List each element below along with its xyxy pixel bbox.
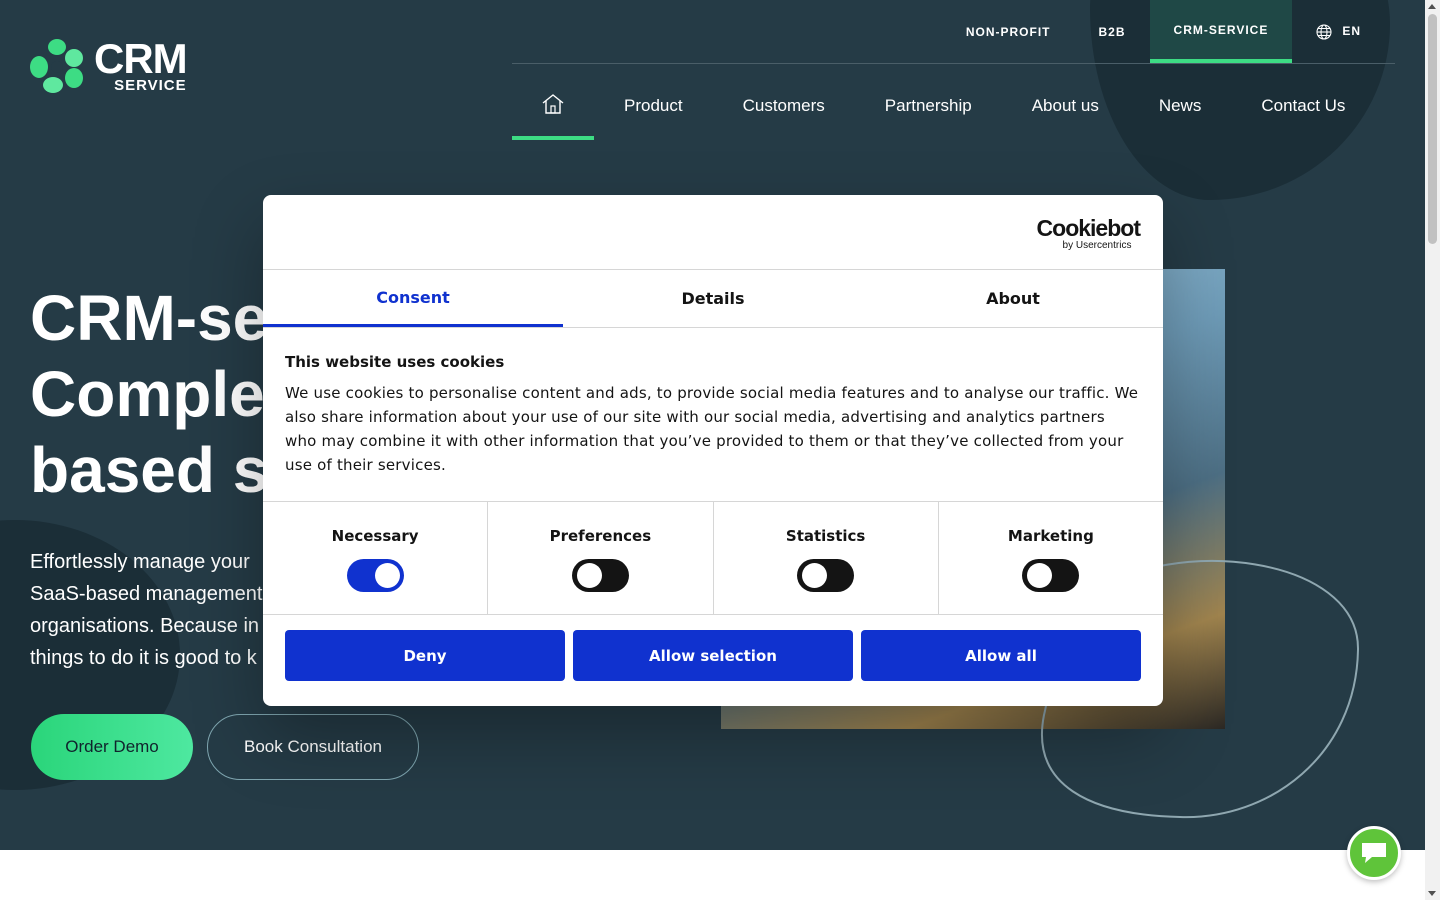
nav-partnership[interactable]: Partnership	[855, 72, 1002, 140]
site-logo[interactable]: CRM SERVICE	[30, 34, 188, 94]
marketing-toggle[interactable]	[1022, 559, 1080, 592]
segment-non-profit[interactable]: NON-PROFIT	[942, 0, 1075, 63]
book-consultation-button[interactable]: Book Consultation	[207, 714, 419, 780]
category-label: Preferences	[549, 527, 652, 545]
category-preferences: Preferences	[488, 502, 714, 614]
category-label: Marketing	[1007, 527, 1094, 545]
order-demo-button[interactable]: Order Demo	[31, 714, 193, 780]
allow-all-button[interactable]: Allow all	[861, 630, 1141, 681]
cookiebot-logo-text: Cookiebot	[1036, 215, 1141, 241]
segment-nav: NON-PROFIT B2B CRM-SERVICE EN	[942, 0, 1395, 63]
segment-crm-service[interactable]: CRM-SERVICE	[1149, 0, 1293, 63]
cookie-dialog-header: Cookiebot by Usercentrics	[263, 195, 1163, 270]
scroll-down-icon[interactable]	[1428, 891, 1436, 896]
tab-about[interactable]: About	[863, 270, 1163, 327]
segment-b2b[interactable]: B2B	[1075, 0, 1150, 63]
logo-text-big: CRM	[94, 34, 188, 82]
deny-button[interactable]: Deny	[285, 630, 565, 681]
language-switcher[interactable]: EN	[1292, 0, 1395, 63]
preferences-toggle[interactable]	[571, 559, 629, 592]
category-label: Necessary	[331, 527, 419, 545]
chat-icon	[1362, 843, 1386, 863]
cookie-consent-dialog: Cookiebot by Usercentrics Consent Detail…	[263, 195, 1163, 706]
language-label: EN	[1342, 24, 1361, 38]
logo-mark-icon	[30, 39, 83, 93]
scrollbar-thumb[interactable]	[1428, 14, 1437, 244]
chat-widget-button[interactable]	[1347, 826, 1401, 880]
tab-details[interactable]: Details	[563, 270, 863, 327]
nav-news[interactable]: News	[1129, 72, 1232, 140]
cookie-description: We use cookies to personalise content an…	[285, 384, 1139, 474]
cookie-actions: Deny Allow selection Allow all	[263, 615, 1163, 681]
nav-customers[interactable]: Customers	[713, 72, 855, 140]
necessary-toggle[interactable]	[346, 559, 404, 592]
category-statistics: Statistics	[714, 502, 939, 614]
globe-icon	[1316, 24, 1332, 40]
cookie-tabs: Consent Details About	[263, 270, 1163, 328]
scroll-up-icon[interactable]	[1428, 4, 1436, 9]
nav-product[interactable]: Product	[594, 72, 713, 140]
home-icon	[542, 94, 564, 114]
cookiebot-logo-sub: by Usercentrics	[1062, 240, 1132, 251]
statistics-toggle[interactable]	[797, 559, 855, 592]
allow-selection-button[interactable]: Allow selection	[573, 630, 853, 681]
nav-about-us[interactable]: About us	[1002, 72, 1129, 140]
cookie-title: This website uses cookies	[285, 353, 505, 371]
cookie-body: This website uses cookies We use cookies…	[263, 328, 1163, 502]
cookie-category-toggles: Necessary Preferences Statistics Marketi…	[263, 502, 1163, 615]
category-necessary: Necessary	[263, 502, 489, 614]
page-scrollbar[interactable]	[1425, 0, 1440, 900]
cookiebot-logo[interactable]: Cookiebot by Usercentrics	[1036, 215, 1141, 251]
nav-home[interactable]	[512, 72, 594, 140]
category-label: Statistics	[785, 527, 866, 545]
nav-contact-us[interactable]: Contact Us	[1231, 72, 1375, 140]
tab-consent[interactable]: Consent	[263, 270, 563, 327]
top-bar: NON-PROFIT B2B CRM-SERVICE EN	[512, 0, 1395, 64]
category-marketing: Marketing	[939, 502, 1163, 614]
main-nav: Product Customers Partnership About us N…	[512, 72, 1375, 140]
